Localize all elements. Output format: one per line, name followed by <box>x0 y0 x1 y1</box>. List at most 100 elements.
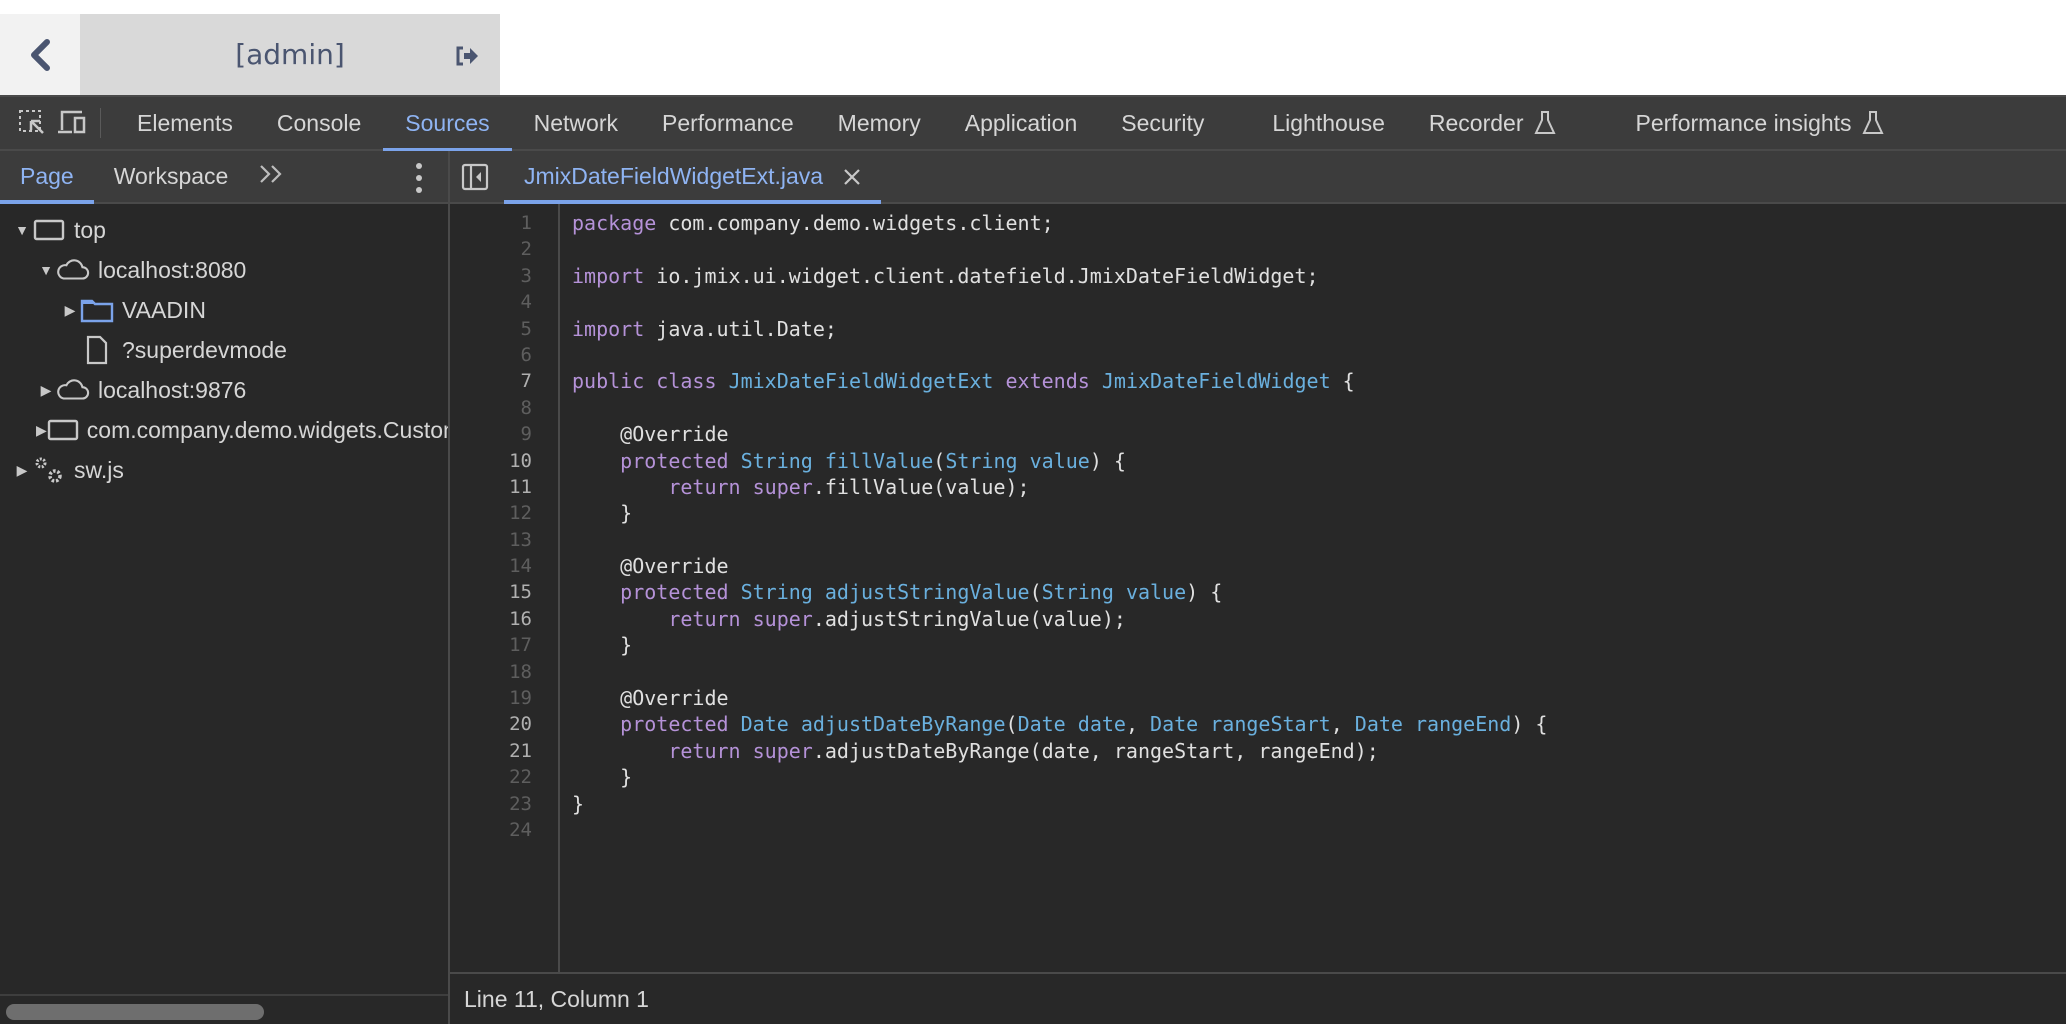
code-line[interactable]: public class JmixDateFieldWidgetExt exte… <box>572 368 1547 394</box>
line-number[interactable]: 13 <box>450 527 558 553</box>
inspect-element-button[interactable] <box>12 103 52 143</box>
tab-recorder[interactable]: Recorder <box>1407 96 1578 150</box>
line-number[interactable]: 5 <box>450 316 558 342</box>
line-number[interactable]: 17 <box>450 632 558 658</box>
scrollbar-thumb[interactable] <box>6 1004 264 1020</box>
tab-application[interactable]: Application <box>943 96 1100 150</box>
code-identifier: JmixDateFieldWidgetExt <box>728 369 994 394</box>
tree-item[interactable]: ▼ localhost:8080 <box>0 250 448 290</box>
line-number[interactable]: 12 <box>450 500 558 526</box>
code-line[interactable]: } <box>572 791 1547 817</box>
line-number[interactable]: 6 <box>450 342 558 368</box>
line-number[interactable]: 7 <box>450 368 558 394</box>
code-line[interactable] <box>572 817 1547 843</box>
triangle-right-icon[interactable]: ▶ <box>60 302 80 319</box>
code-line[interactable]: protected Date adjustDateByRange(Date da… <box>572 711 1547 737</box>
back-button[interactable] <box>0 14 80 95</box>
device-toolbar-button[interactable] <box>52 103 92 143</box>
tree-item[interactable]: ▶ sw.js <box>0 450 448 490</box>
tab-elements[interactable]: Elements <box>115 96 255 150</box>
line-number[interactable]: 18 <box>450 659 558 685</box>
code-line[interactable] <box>572 659 1547 685</box>
tab-sources[interactable]: Sources <box>383 96 513 152</box>
code-identifier: date <box>1077 712 1126 737</box>
tab-memory[interactable]: Memory <box>816 96 943 150</box>
code-content[interactable]: package com.company.demo.widgets.client;… <box>560 204 1547 972</box>
tab-label: Console <box>276 109 362 136</box>
frame-icon <box>47 415 79 445</box>
code-line[interactable]: } <box>572 764 1547 790</box>
code-line[interactable]: return super.adjustDateByRange(date, ran… <box>572 738 1547 764</box>
toggle-navigator-button[interactable] <box>450 151 500 202</box>
tab-performance-insights[interactable]: Performance insights <box>1614 96 1906 150</box>
tab-page[interactable]: Page <box>0 151 94 204</box>
code-line[interactable]: @Override <box>572 421 1547 447</box>
code-keyword: protected <box>620 448 729 473</box>
code-line[interactable]: } <box>572 500 1547 526</box>
triangle-down-icon[interactable]: ▼ <box>12 222 32 238</box>
code-line[interactable]: } <box>572 632 1547 658</box>
logout-icon[interactable] <box>454 44 480 68</box>
line-number[interactable]: 3 <box>450 263 558 289</box>
code-line[interactable] <box>572 395 1547 421</box>
line-number[interactable]: 24 <box>450 817 558 843</box>
tree-item[interactable]: ▼ top <box>0 210 448 250</box>
line-number[interactable]: 10 <box>450 448 558 474</box>
tree-item-label: top <box>74 216 106 243</box>
more-options-button[interactable] <box>414 163 424 193</box>
line-number[interactable]: 1 <box>450 210 558 236</box>
triangle-down-icon[interactable]: ▼ <box>36 262 56 278</box>
triangle-right-icon[interactable]: ▶ <box>36 422 47 439</box>
tree-item[interactable]: ▶ VAADIN <box>0 290 448 330</box>
code-line[interactable] <box>572 527 1547 553</box>
code-line[interactable] <box>572 342 1547 368</box>
code-line[interactable]: return super.adjustStringValue(value); <box>572 606 1547 632</box>
close-tab-button[interactable] <box>843 163 861 191</box>
tab-workspace[interactable]: Workspace <box>94 151 249 202</box>
code-line[interactable] <box>572 236 1547 262</box>
code-line[interactable] <box>572 289 1547 315</box>
line-number[interactable]: 23 <box>450 791 558 817</box>
line-number[interactable]: 15 <box>450 579 558 605</box>
tab-security[interactable]: Security <box>1099 96 1226 150</box>
code-editor[interactable]: 1 2 3 4 5 6 7 8 9 10 11 12 13 14 15 16 17 18 19 20 21 22 23 24 … <box>450 204 2066 972</box>
line-number[interactable]: 2 <box>450 236 558 262</box>
tab-performance[interactable]: Performance <box>640 96 816 150</box>
code-line[interactable]: import java.util.Date; <box>572 316 1547 342</box>
file-tab[interactable]: JmixDateFieldWidgetExt.java <box>504 151 882 204</box>
line-number[interactable]: 8 <box>450 395 558 421</box>
triangle-right-icon[interactable]: ▶ <box>12 462 32 479</box>
line-number[interactable]: 9 <box>450 421 558 447</box>
triangle-right-icon[interactable]: ▶ <box>36 382 56 399</box>
tree-item[interactable]: ▶ localhost:9876 <box>0 370 448 410</box>
code-line[interactable]: package com.company.demo.widgets.client; <box>572 210 1547 236</box>
inspect-element-icon <box>19 110 44 134</box>
line-number[interactable]: 20 <box>450 711 558 737</box>
line-number[interactable]: 21 <box>450 738 558 764</box>
horizontal-scrollbar[interactable] <box>0 994 448 1024</box>
code-keyword: package <box>572 211 657 235</box>
line-number[interactable]: 19 <box>450 685 558 711</box>
line-number[interactable]: 14 <box>450 553 558 579</box>
code-line[interactable]: return super.fillValue(value); <box>572 474 1547 500</box>
line-number[interactable]: 16 <box>450 606 558 632</box>
code-line[interactable]: @Override <box>572 553 1547 579</box>
code-line[interactable]: import io.jmix.ui.widget.client.datefiel… <box>572 263 1547 289</box>
code-line[interactable]: protected String fillValue(String value)… <box>572 448 1547 474</box>
tree-item[interactable]: ?superdevmode <box>0 330 448 370</box>
code-line[interactable]: protected String adjustStringValue(Strin… <box>572 579 1547 605</box>
code-line[interactable]: @Override <box>572 685 1547 711</box>
tab-console[interactable]: Console <box>255 96 383 150</box>
more-tabs-button[interactable] <box>248 161 296 192</box>
device-toggle-icon <box>58 110 86 134</box>
line-number[interactable]: 11 <box>450 474 558 500</box>
line-number[interactable]: 22 <box>450 764 558 790</box>
line-number[interactable]: 4 <box>450 289 558 315</box>
tree-item[interactable]: ▶ com.company.demo.widgets.CustomWidgetse… <box>0 410 448 450</box>
tab-network[interactable]: Network <box>512 96 640 150</box>
tab-lighthouse[interactable]: Lighthouse <box>1250 96 1407 150</box>
